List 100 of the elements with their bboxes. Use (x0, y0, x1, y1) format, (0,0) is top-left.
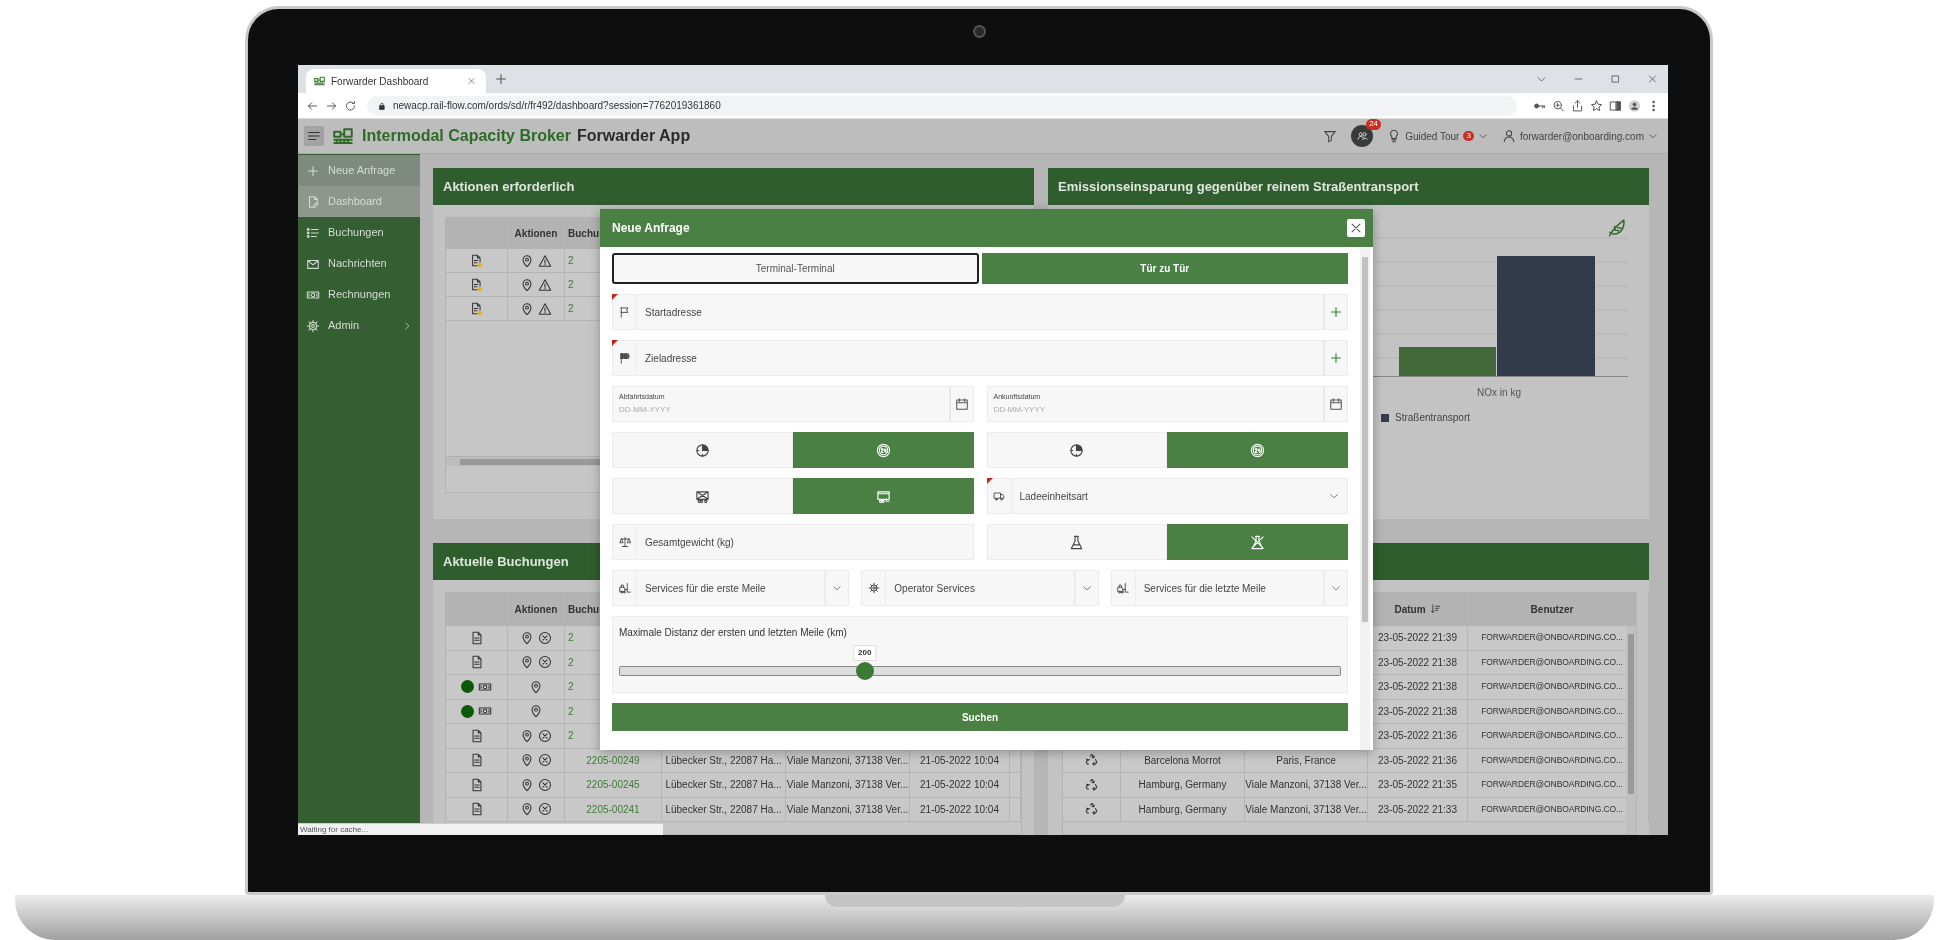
chevron-down-icon (1329, 491, 1339, 501)
vertical-scrollbar[interactable] (1360, 247, 1370, 750)
weight-field[interactable]: Gesamtgewicht (kg) (636, 524, 974, 560)
vertical-scrollbar[interactable] (1626, 626, 1636, 834)
slider-thumb[interactable] (855, 662, 874, 680)
destination-address-field[interactable]: Zieladresse (636, 340, 1324, 376)
document-icon[interactable] (469, 802, 484, 817)
scrollbar-thumb[interactable] (1362, 257, 1368, 622)
logo-icon (332, 126, 354, 146)
toggle-option[interactable] (1167, 432, 1348, 468)
booking-number[interactable]: 2205-00241 (565, 797, 662, 821)
warning-icon[interactable] (538, 301, 552, 316)
reload-icon[interactable] (344, 98, 357, 113)
menu-button[interactable] (304, 126, 324, 146)
flag-icon (618, 306, 631, 318)
clock-icon (694, 442, 710, 458)
cancel-icon[interactable] (538, 655, 552, 670)
location-pin-icon[interactable] (520, 777, 534, 792)
document-icon[interactable] (469, 253, 484, 268)
side-panel-icon[interactable] (1609, 98, 1622, 113)
share-icon[interactable] (1571, 98, 1584, 113)
flask-icon (1069, 534, 1085, 550)
sidebar-item[interactable]: Buchungen (298, 217, 420, 248)
maximize-icon[interactable] (1610, 72, 1621, 86)
cancel-icon[interactable] (538, 777, 552, 792)
scale-icon (618, 536, 631, 548)
document-icon[interactable] (469, 728, 484, 743)
document-icon[interactable] (469, 277, 484, 292)
cancel-icon[interactable] (538, 630, 552, 645)
sidebar-item[interactable]: Nachrichten (298, 248, 420, 279)
toggle-option[interactable] (792, 432, 974, 468)
panel-title: Emissionseinsparung gegenüber reinem Straßentransport (1048, 168, 1649, 205)
service-select[interactable]: Operator Services (885, 570, 1075, 606)
recycle-icon (1084, 802, 1099, 817)
booking-number[interactable]: 2205-00245 (565, 773, 662, 797)
service-select[interactable]: Services für die erste Meile (636, 570, 826, 606)
search-button[interactable]: Suchen (612, 703, 1348, 731)
url-text: newacp.rail-flow.com/ords/sd/r/fr492/dashboard?session=7762019361860 (393, 99, 721, 113)
location-pin-icon[interactable] (520, 277, 534, 292)
warning-icon[interactable] (538, 277, 552, 292)
document-icon[interactable] (469, 630, 484, 645)
warning-icon[interactable] (538, 253, 552, 268)
location-pin-icon[interactable] (520, 655, 534, 670)
scrollbar-thumb[interactable] (1628, 634, 1634, 794)
service-select[interactable]: Services für die letzte Meile (1134, 570, 1324, 606)
cancel-icon[interactable] (538, 753, 552, 768)
date-input[interactable]: DD-MM-YYYY (619, 404, 943, 417)
camera (973, 25, 986, 38)
cancel-icon[interactable] (538, 802, 552, 817)
column-header: Aktionen (508, 593, 565, 625)
document-icon[interactable] (469, 655, 484, 670)
calendar-button[interactable] (949, 386, 974, 422)
location-pin-icon[interactable] (520, 728, 534, 743)
user-menu-button[interactable]: forwarder@onboarding.com (1501, 128, 1658, 144)
location-pin-icon[interactable] (520, 630, 534, 645)
address-bar[interactable]: newacp.rail-flow.com/ords/sd/r/fr492/dashboard?session=7762019361860 (367, 95, 1517, 116)
filter-icon[interactable] (1323, 129, 1338, 143)
mode-tab[interactable]: Terminal-Terminal (612, 253, 979, 284)
recycle-icon (1084, 753, 1099, 768)
star-icon[interactable] (1590, 98, 1603, 113)
chevron-down-icon (1081, 583, 1092, 593)
brand-name: Intermodal Capacity Broker (362, 126, 571, 146)
date-input[interactable]: DD-MM-YYYY (993, 404, 1317, 417)
tour-count: 3 (1463, 130, 1474, 142)
document-icon[interactable] (469, 777, 484, 792)
forklift-icon (1117, 582, 1130, 594)
clock-icon (1069, 442, 1085, 458)
column-header: Aktionen (508, 218, 565, 248)
location-pin-icon[interactable] (529, 679, 543, 694)
guided-tour-button[interactable]: Guided Tour 3 (1387, 128, 1488, 144)
load-unit-select[interactable]: Ladeeinheitsart (1010, 478, 1348, 514)
document-icon[interactable] (469, 753, 484, 768)
column-header[interactable]: Benutzer (1468, 593, 1637, 625)
recycle-icon (1084, 777, 1099, 792)
close-button[interactable] (1347, 219, 1365, 237)
destination-address: Viale Manzoni, 37138 Ver... (786, 773, 910, 797)
location-pin-icon[interactable] (520, 802, 534, 817)
zoom-icon[interactable] (1552, 98, 1565, 113)
mode-tab[interactable]: Tür zu Tür (981, 253, 1348, 284)
sidebar-item[interactable]: Admin (298, 310, 420, 341)
location-pin-icon[interactable] (529, 704, 543, 719)
chevron-down-icon (832, 583, 843, 593)
status-text: Waiting for cache... (298, 823, 663, 835)
calendar-button[interactable] (1324, 386, 1348, 422)
toggle-option[interactable] (792, 478, 974, 514)
sidebar-item[interactable]: Rechnungen (298, 279, 420, 310)
document-icon[interactable] (469, 301, 484, 316)
calendar-icon (1329, 397, 1343, 411)
start-address-field[interactable]: Startadresse (636, 294, 1324, 330)
location-pin-icon[interactable] (520, 253, 534, 268)
legend-label: Straßentransport (1395, 411, 1471, 425)
profile-icon[interactable] (1628, 98, 1641, 113)
location-pin-icon[interactable] (520, 301, 534, 316)
slider-label: Maximale Distanz der ersten und letzten Meile (km) (619, 626, 848, 640)
location-pin-icon[interactable] (520, 753, 534, 768)
trailer-icon (875, 488, 891, 504)
cancel-icon[interactable] (538, 728, 552, 743)
avatar[interactable] (1351, 125, 1374, 147)
browser-tab[interactable]: Forwarder Dashboard (306, 69, 486, 93)
toggle-option[interactable] (1167, 524, 1348, 560)
